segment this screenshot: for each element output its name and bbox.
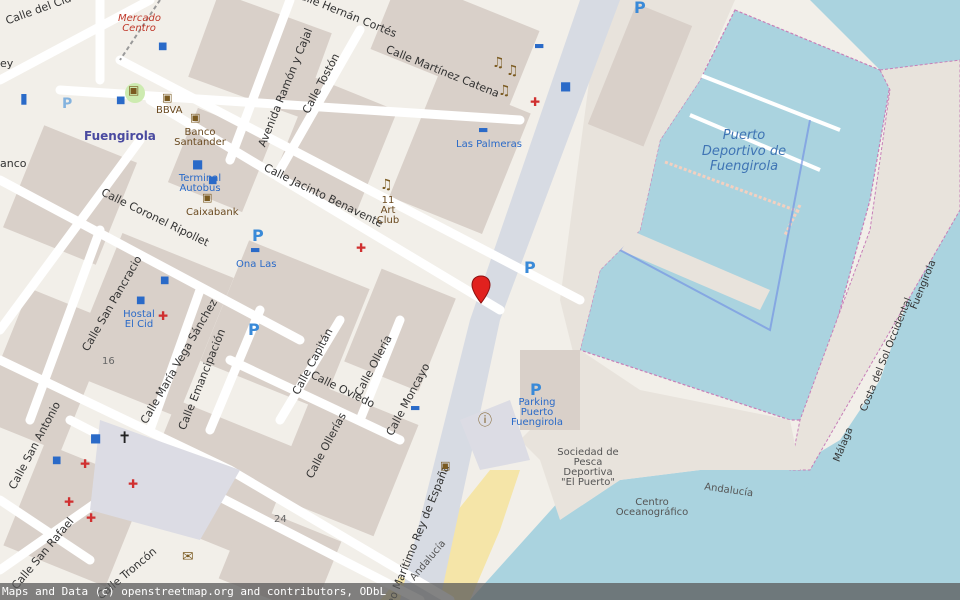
label-mercado: Mercado Centro [118,13,161,34]
parking-icon: P [524,258,536,277]
pharmacy-icon: ✚ [64,495,75,509]
music-note-icon: ♫ [380,177,393,193]
music-note-icon: ♫ [506,63,519,79]
pharmacy-icon: ✚ [86,511,97,525]
parking-icon: P [634,0,646,17]
label-centro-oceanografico: Centro Oceanográfico [615,497,689,518]
bank-icon: ▣ [162,91,173,104]
bus-icon: ■ [208,175,218,186]
bank-icon: ▣ [190,111,201,124]
house-number-16: 16 [102,356,115,367]
bus-icon: ■ [136,295,146,306]
label-stub-ey: ey [0,57,14,70]
label-caixabank: Caixabank [186,207,239,218]
label-ona-las: Ona Las [236,259,277,270]
map-attribution: Maps and Data (c) openstreetmap.org and … [0,583,960,600]
bed-icon: ▬ [410,401,421,414]
label-parking-puerto: Parking Puerto Fuengirola [510,397,564,428]
bed-icon: ▬ [534,39,545,52]
pharmacy-icon: ✚ [80,457,91,471]
pharmacy-icon: ✚ [356,241,367,255]
bus-icon: ■ [90,431,102,445]
bus-icon: ■ [192,157,204,171]
bus-icon: ■ [158,41,168,52]
label-banco-santander: Banco Santander [174,127,226,148]
parking-icon: P [252,226,264,245]
label-bbva: BBVA [156,105,183,116]
label-fuengirola: Fuengirola [84,129,156,143]
label-puerto-deportivo: Puerto Deportivo de Fuengirola [701,128,787,175]
map-canvas[interactable]: Calle del Cid Calle Hernán Cortés Calle … [0,0,960,600]
pharmacy-icon: ✚ [158,309,169,323]
parking-icon: P [248,320,260,339]
information-icon: ⓘ [478,413,492,429]
bus-icon: ■ [560,79,572,93]
label-las-palmeras: Las Palmeras [456,139,522,150]
envelope-icon: ✉ [182,549,194,565]
bus-icon: ■ [52,455,62,466]
bank-icon: ▣ [128,83,140,97]
bed-icon: ▬ [478,123,489,136]
bank-icon: ▣ [202,191,213,204]
bus-icon: ■ [116,95,126,106]
label-hostal-cid: Hostal El Cid [123,309,155,330]
music-note-icon: ♫ [498,83,511,99]
church-cross-icon: ✝ [118,428,132,447]
pharmacy-icon: ✚ [128,477,139,491]
bank-icon: ▣ [440,459,451,472]
bus-icon: ■ [160,275,170,286]
label-stub-ancoa: anco [0,157,27,170]
parking-icon: ▮ [20,91,28,107]
map-pin-icon[interactable] [471,275,491,305]
label-11-art-club: 11 Art Club [376,195,400,226]
pharmacy-icon: ✚ [530,95,541,109]
house-number-24: 24 [274,514,287,525]
parking-icon: P [62,96,73,112]
parking-icon: P [530,380,542,399]
music-note-icon: ♫ [492,55,505,71]
label-sociedad-pesca: Sociedad de Pesca Deportiva "El Puerto" [557,447,619,488]
bed-icon: ▬ [250,243,261,256]
